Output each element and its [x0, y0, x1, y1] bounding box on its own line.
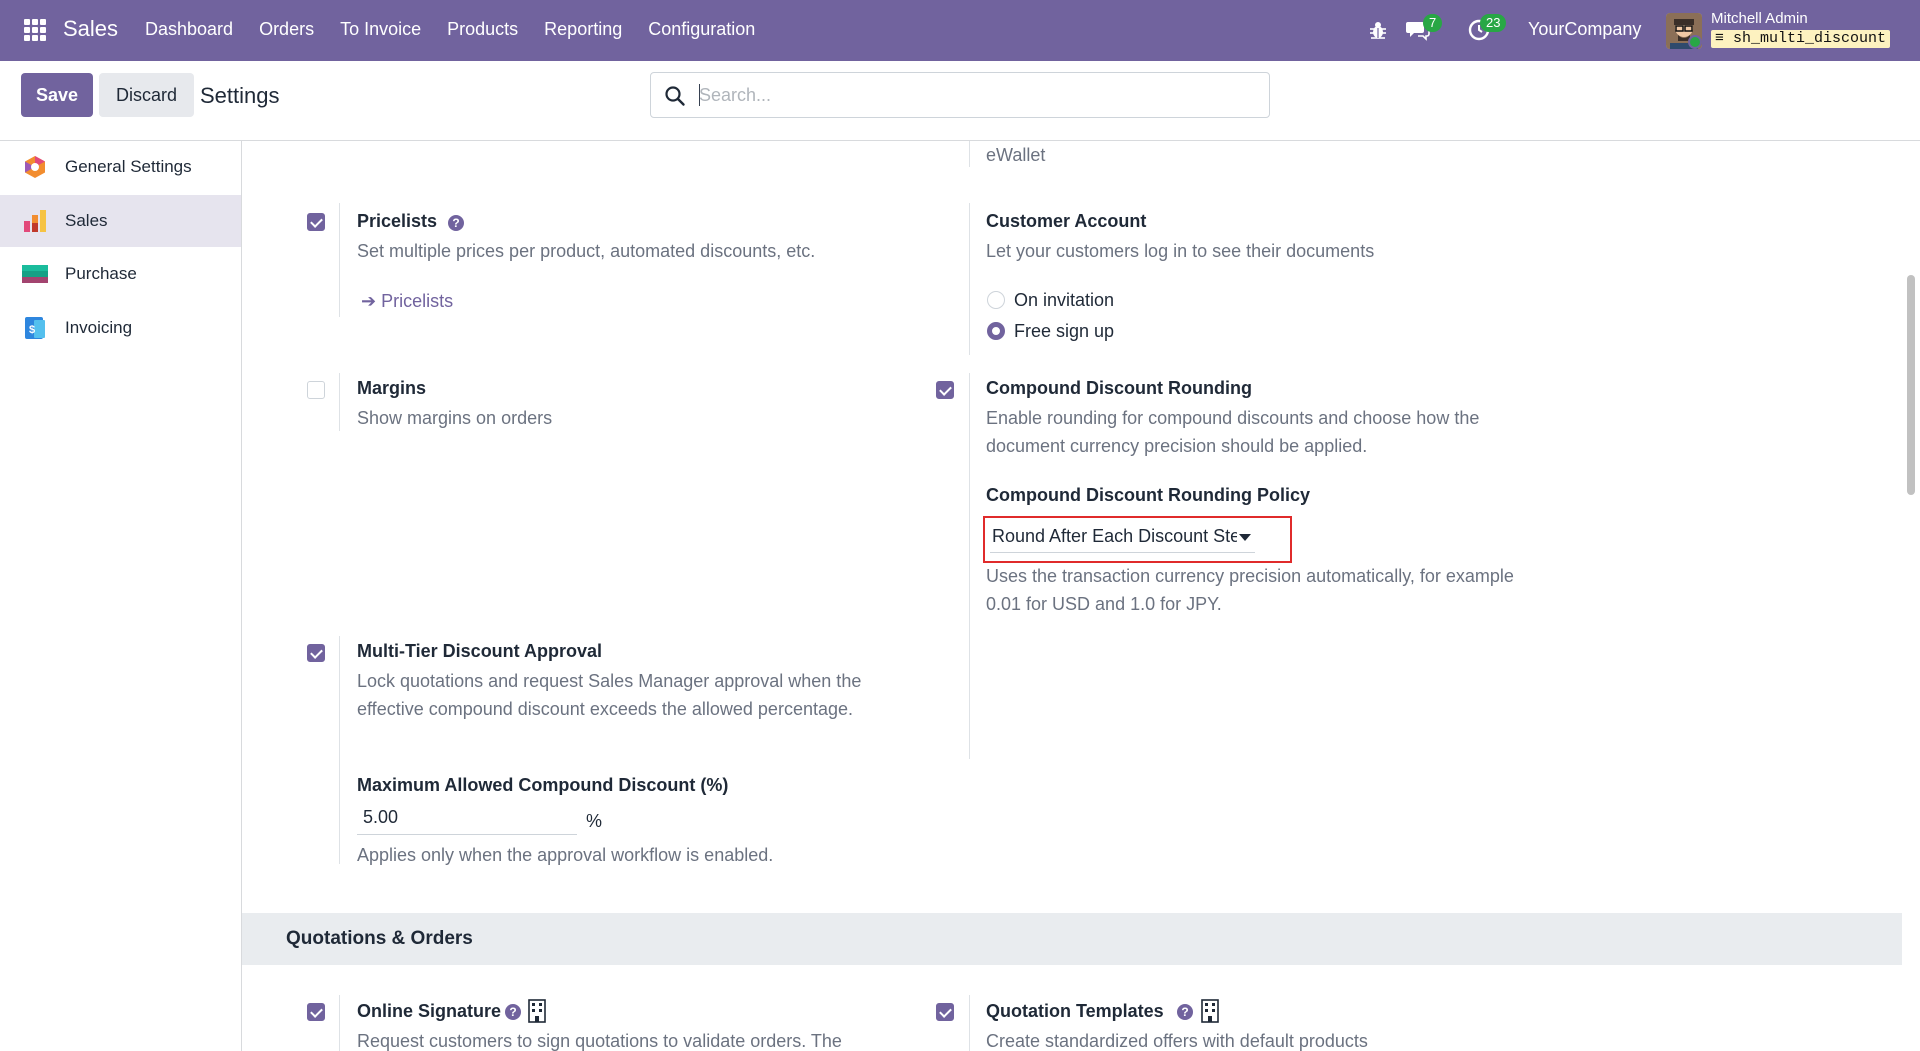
online-status-dot [1688, 35, 1702, 49]
menu-item-configuration[interactable]: Configuration [648, 19, 755, 40]
pricelists-title: Pricelists [357, 211, 438, 231]
divider [339, 995, 340, 1051]
radio-on-invitation[interactable] [987, 291, 1005, 309]
top-navbar: Sales Dashboard Orders To Invoice Produc… [0, 0, 1920, 61]
settings-search [650, 72, 1270, 118]
input-underline [357, 834, 577, 835]
ewallet-text: eWallet [986, 145, 1046, 165]
app-name[interactable]: Sales [63, 16, 118, 42]
help-icon[interactable]: ? [448, 215, 464, 231]
sales-icon [24, 210, 46, 232]
invoicing-icon: $ [25, 317, 45, 339]
general-settings-icon [25, 156, 45, 178]
divider [339, 636, 340, 864]
company-building-icon [528, 999, 546, 1023]
compound-rounding-description: Enable rounding for compound discounts a… [986, 408, 1480, 456]
sidebar-item-label: Sales [65, 211, 108, 230]
purchase-icon [22, 265, 48, 283]
divider [969, 995, 970, 1051]
database-icon: ≡ [1715, 30, 1734, 47]
max-discount-help: Applies only when the approval workflow … [357, 845, 774, 865]
rounding-policy-help: Uses the transaction currency precision … [986, 566, 1514, 614]
sidebar-item-label: General Settings [65, 157, 192, 176]
settings-content: eWallet Pricelists ? Set multiple prices… [242, 141, 1902, 1051]
svg-text:$: $ [29, 324, 35, 336]
divider [969, 203, 970, 355]
divider [969, 373, 970, 759]
margins-checkbox[interactable] [307, 381, 325, 399]
multi-tier-description: Lock quotations and request Sales Manage… [357, 671, 862, 719]
radio-free-sign-up[interactable] [987, 322, 1005, 340]
menu-item-to-invoice[interactable]: To Invoice [340, 19, 421, 40]
multi-tier-checkbox[interactable] [307, 644, 325, 662]
menu-item-reporting[interactable]: Reporting [544, 19, 622, 40]
margins-description: Show margins on orders [357, 408, 553, 428]
scrollbar-thumb[interactable] [1907, 275, 1915, 495]
sidebar-item-label: Purchase [65, 264, 137, 283]
arrow-right-icon: ➔ [361, 291, 382, 311]
main-menu: Dashboard Orders To Invoice Products Rep… [145, 19, 781, 40]
online-signature-description: Request customers to sign quotations to … [357, 1031, 842, 1051]
quotation-templates-description: Create standardized offers with default … [986, 1031, 1368, 1051]
text-caret [699, 84, 700, 106]
menu-item-products[interactable]: Products [447, 19, 518, 40]
online-signature-title: Online Signature [357, 1001, 502, 1021]
compound-rounding-checkbox[interactable] [936, 381, 954, 399]
chevron-down-icon[interactable] [1239, 534, 1251, 542]
radio-label-free-sign-up[interactable]: Free sign up [1014, 321, 1114, 342]
messages-badge: 7 [1423, 14, 1443, 32]
search-input[interactable] [699, 82, 1249, 108]
save-button[interactable]: Save [21, 73, 93, 117]
pricelists-description: Set multiple prices per product, automat… [357, 241, 816, 261]
menu-item-dashboard[interactable]: Dashboard [145, 19, 233, 40]
multi-tier-title: Multi-Tier Discount Approval [357, 641, 603, 661]
rounding-policy-label: Compound Discount Rounding Policy [986, 485, 1310, 505]
pricelists-link[interactable]: ➔ Pricelists [361, 291, 453, 312]
settings-sidebar: General Settings Sales Purchase $ Invoic… [0, 141, 242, 1051]
menu-item-orders[interactable]: Orders [259, 19, 314, 40]
sidebar-item-purchase[interactable]: Purchase [0, 248, 241, 300]
sidebar-item-general-settings[interactable]: General Settings [0, 141, 241, 193]
section-quotations-orders: Quotations & Orders [242, 913, 1902, 965]
margins-title: Margins [357, 378, 427, 398]
section-title: Quotations & Orders [286, 928, 473, 949]
customer-account-description: Let your customers log in to see their d… [986, 241, 1375, 261]
control-panel: Save Discard Settings [0, 61, 1920, 141]
help-icon[interactable]: ? [505, 1004, 521, 1020]
pricelists-checkbox[interactable] [307, 213, 325, 231]
apps-menu-icon[interactable] [24, 19, 46, 41]
company-switcher[interactable]: YourCompany [1528, 19, 1641, 40]
activities-badge: 23 [1480, 14, 1507, 32]
sidebar-item-invoicing[interactable]: $ Invoicing [0, 302, 241, 354]
user-name[interactable]: Mitchell Admin [1711, 10, 1808, 27]
customer-account-title: Customer Account [986, 211, 1147, 231]
online-signature-checkbox[interactable] [307, 1003, 325, 1021]
percent-unit: % [586, 811, 603, 831]
search-icon [665, 86, 685, 106]
rounding-policy-select[interactable]: Round After Each Discount Step [992, 526, 1237, 547]
debug-bug-icon[interactable] [1368, 19, 1388, 41]
quotation-templates-title: Quotation Templates [986, 1001, 1164, 1021]
page-title: Settings [200, 83, 280, 108]
database-name: ≡ sh_multi_discount [1711, 30, 1891, 48]
quotation-templates-checkbox[interactable] [936, 1003, 954, 1021]
divider [339, 373, 340, 431]
database-label: sh_multi_discount [1733, 30, 1887, 47]
sidebar-item-sales[interactable]: Sales [0, 195, 241, 247]
divider [339, 203, 340, 317]
select-underline [990, 552, 1255, 553]
help-icon[interactable]: ? [1177, 1004, 1193, 1020]
max-discount-input[interactable]: 5.00 [363, 807, 398, 828]
discard-button[interactable]: Discard [99, 73, 194, 117]
company-building-icon [1201, 999, 1219, 1023]
radio-label-on-invitation[interactable]: On invitation [1014, 290, 1114, 311]
sidebar-item-label: Invoicing [65, 318, 133, 337]
compound-rounding-title: Compound Discount Rounding [986, 378, 1252, 398]
max-discount-label: Maximum Allowed Compound Discount (%) [357, 775, 729, 795]
divider [969, 141, 970, 167]
